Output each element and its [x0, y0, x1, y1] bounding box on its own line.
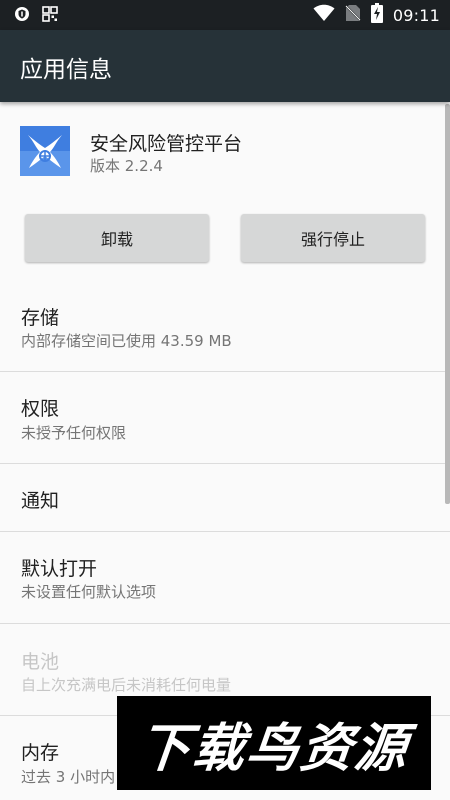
pref-title: 内存 — [21, 742, 60, 764]
wifi-icon — [313, 4, 335, 26]
app-version: 版本 2.2.4 — [90, 157, 163, 175]
status-time: 09:11 — [392, 5, 440, 25]
pref-title: 权限 — [21, 398, 60, 420]
pref-summary: 自上次充满电后未消耗任何电量 — [21, 676, 232, 694]
notifications-pref[interactable]: 通知 — [0, 464, 450, 532]
force-stop-button[interactable]: 强行停止 — [241, 214, 425, 262]
page-title: 应用信息 — [20, 57, 112, 83]
pref-summary: 内部存储空间已使用 43.59 MB — [21, 332, 232, 350]
app-name: 安全风险管控平台 — [90, 133, 243, 155]
no-sim-icon — [345, 4, 361, 26]
pref-summary: 未授予任何权限 — [21, 424, 127, 442]
scrollbar[interactable] — [445, 104, 450, 504]
app-logo-icon — [20, 126, 70, 176]
pref-title: 通知 — [21, 490, 60, 512]
storage-pref[interactable]: 存储 内部存储空间已使用 43.59 MB — [0, 280, 450, 372]
uninstall-button[interactable]: 卸载 — [25, 214, 209, 262]
pref-summary: 未设置任何默认选项 — [21, 583, 157, 601]
app-bar: 应用信息 — [0, 30, 450, 102]
watermark: 下载鸟资源 — [117, 696, 431, 790]
battery-charging-icon — [370, 3, 383, 27]
pref-summary: 过去 3 小时内 — [21, 768, 116, 786]
qr-code-icon — [42, 6, 58, 26]
shield-icon — [14, 6, 30, 26]
app-header: 安全风险管控平台 版本 2.2.4 — [0, 102, 450, 202]
open-by-default-pref[interactable]: 默认打开 未设置任何默认选项 — [0, 532, 450, 624]
status-bar: 09:11 — [0, 0, 450, 30]
pref-title: 默认打开 — [21, 558, 98, 580]
watermark-text: 下载鸟资源 — [135, 718, 412, 779]
permissions-pref[interactable]: 权限 未授予任何权限 — [0, 372, 450, 464]
pref-title: 存储 — [21, 307, 60, 329]
pref-title: 电池 — [21, 651, 60, 673]
